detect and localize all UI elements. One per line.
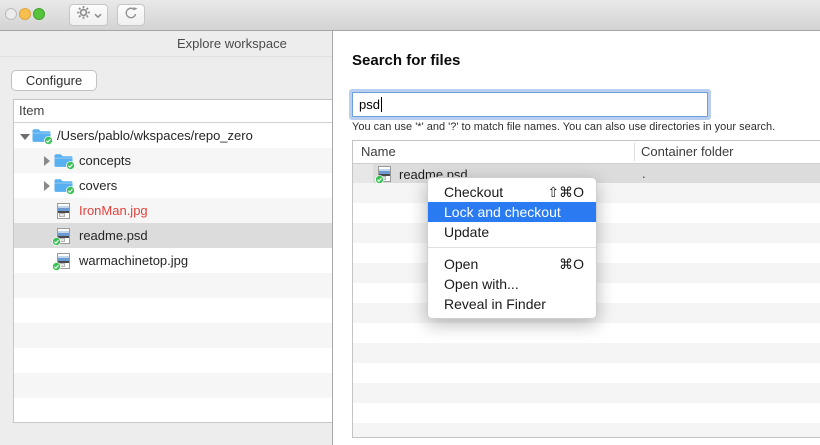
pane-header-label: Explore workspace [177, 36, 287, 51]
image-file-icon [52, 252, 73, 271]
chevron-down-icon [93, 6, 102, 24]
menu-item-open[interactable]: Open ⌘O [428, 254, 596, 274]
configure-button[interactable]: Configure [11, 70, 97, 91]
pane-header: Explore workspace [0, 31, 332, 57]
gear-icon [76, 5, 91, 25]
image-file-icon [375, 166, 392, 184]
search-hint: You can use '*' and '?' to match file na… [352, 121, 776, 133]
check-badge-icon [66, 186, 75, 195]
tree-item-label: warmachinetop.jpg [79, 253, 189, 268]
tree-item-label: readme.psd [79, 228, 148, 243]
menu-item-label: Checkout [444, 184, 504, 200]
menu-item-reveal-in-finder[interactable]: Reveal in Finder [428, 294, 596, 314]
tree-item--users-pablo-wkspaces-repo-zero[interactable]: /Users/pablo/wkspaces/repo_zero [14, 123, 332, 148]
result-container-folder: . [642, 166, 646, 181]
menu-item-label: Open [444, 256, 479, 272]
image-file-icon [52, 227, 73, 246]
disclosure-triangle-icon[interactable] [40, 154, 54, 168]
folder-icon [54, 177, 75, 195]
tree-item-covers[interactable]: covers [14, 173, 332, 198]
title-bar [0, 0, 820, 31]
empty-tree-row [14, 348, 332, 373]
empty-tree-row [14, 398, 332, 422]
text-caret [381, 97, 382, 112]
gear-menu-button[interactable] [69, 4, 108, 26]
image-file-icon [54, 202, 73, 219]
refresh-icon [124, 6, 138, 25]
menu-item-lock-and-checkout[interactable]: Lock and checkout [428, 202, 596, 222]
disclosure-triangle-icon[interactable] [40, 179, 54, 193]
refresh-button[interactable] [117, 4, 145, 26]
tree-item-label: concepts [79, 153, 132, 168]
menu-item-label: Open with... [444, 276, 519, 292]
folder-icon [32, 127, 53, 145]
disclosure-triangle-icon[interactable] [18, 129, 32, 143]
check-badge-icon [44, 136, 53, 145]
column-header-name[interactable]: Name [361, 141, 396, 163]
tree-item-label: IronMan.jpg [79, 203, 148, 218]
row-disclosure-gutter [353, 164, 373, 184]
menu-item-label: Lock and checkout [444, 204, 561, 220]
context-menu: Checkout ⇧⌘O Lock and checkout Update Open ⌘O… [427, 177, 597, 319]
results-table-header: Name Container folder [353, 141, 820, 164]
menu-item-label: Reveal in Finder [444, 296, 546, 312]
menu-item-label: Update [444, 224, 490, 240]
workspace-tree: Item /Users/pablo/wkspaces/repo_zeroconc… [13, 99, 332, 423]
empty-tree-row [14, 323, 332, 348]
tree-rows: /Users/pablo/wkspaces/repo_zero concepts c… [14, 123, 332, 422]
search-field-wrap [352, 92, 708, 117]
menu-item-update[interactable]: Update [428, 222, 596, 242]
tree-item-label: covers [79, 178, 118, 193]
workspace-pane: Explore workspace Configure Item /Users/… [0, 31, 332, 445]
empty-tree-row [14, 373, 332, 398]
menu-item-open-with-[interactable]: Open with... [428, 274, 596, 294]
app-window: Explore workspace Configure Item /Users/… [0, 0, 820, 445]
menu-item-shortcut: ⌘O [559, 256, 584, 272]
empty-tree-row [14, 298, 332, 323]
tree-item-readme-psd[interactable]: readme.psd [14, 223, 332, 248]
window-zoom-button[interactable] [33, 8, 45, 20]
tree-item-concepts[interactable]: concepts [14, 148, 332, 173]
menu-item-shortcut: ⇧⌘O [547, 184, 584, 200]
menu-item-checkout[interactable]: Checkout ⇧⌘O [428, 182, 596, 202]
window-close-button[interactable] [5, 8, 17, 20]
menu-separator [428, 247, 596, 248]
tree-item-label: /Users/pablo/wkspaces/repo_zero [57, 128, 253, 143]
tree-item-ironman-jpg[interactable]: IronMan.jpg [14, 198, 332, 223]
column-header-container-folder[interactable]: Container folder [641, 141, 734, 163]
tree-item-warmachinetop-jpg[interactable]: warmachinetop.jpg [14, 248, 332, 273]
check-badge-icon [66, 161, 75, 170]
window-minimize-button[interactable] [19, 8, 31, 20]
check-badge-icon [52, 237, 61, 246]
check-badge-icon [52, 262, 61, 271]
column-divider[interactable] [634, 143, 635, 161]
folder-icon [54, 152, 75, 170]
page-title: Search for files [352, 52, 461, 69]
empty-tree-row [14, 273, 332, 298]
tree-column-header-item[interactable]: Item [14, 100, 332, 123]
search-input[interactable] [352, 92, 708, 117]
